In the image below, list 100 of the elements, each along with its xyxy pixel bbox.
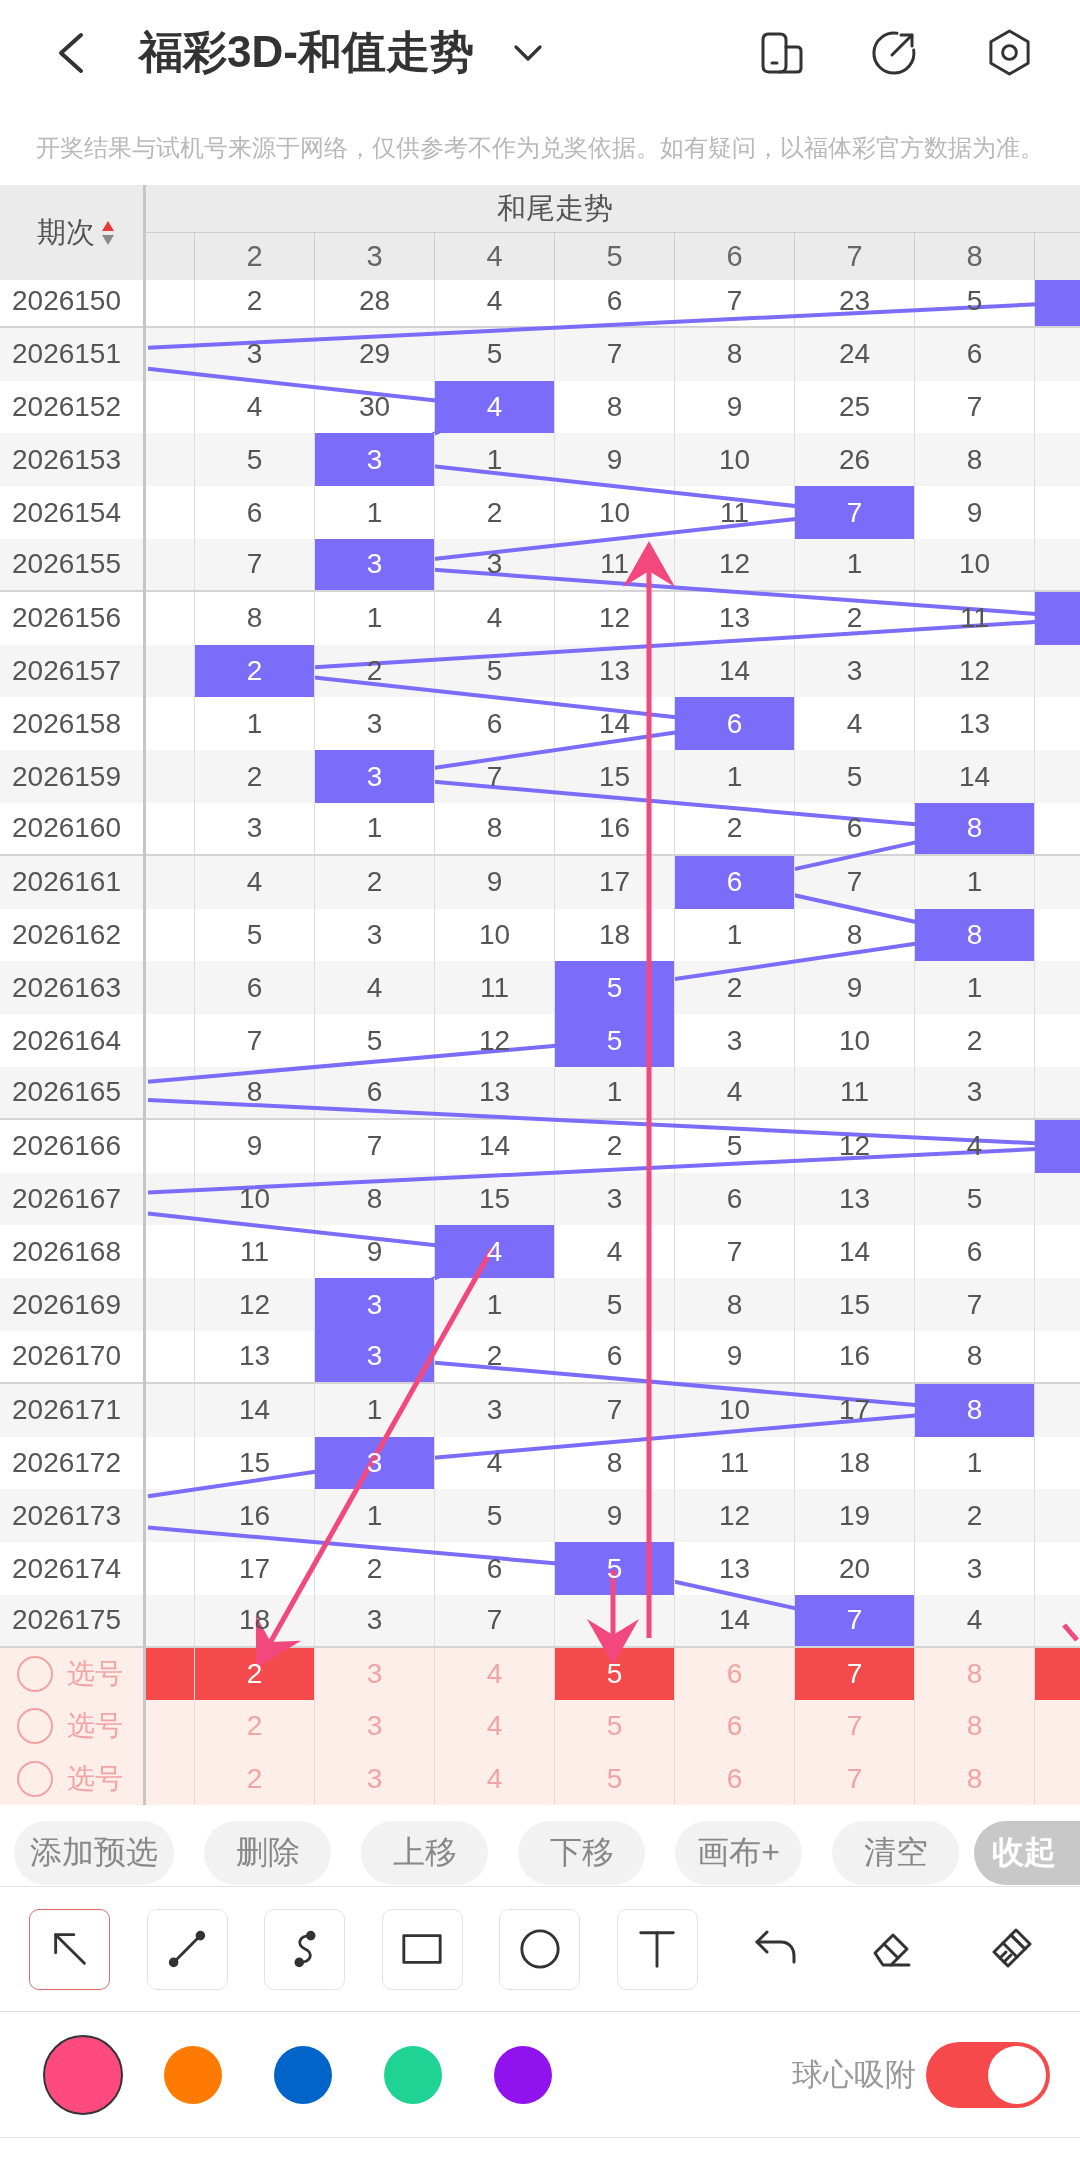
table-cell: 7 [315,1119,435,1173]
pick-cell[interactable]: 5 [555,1647,675,1701]
hit-cell: 2 [195,644,315,698]
table-cell: 15 [795,1278,915,1331]
hit-cell: 8 [915,908,1035,962]
pick-cell[interactable] [146,1647,195,1701]
sort-icon[interactable] [100,219,115,246]
table-cell: 5 [315,1014,435,1067]
pick-cell[interactable] [1035,1647,1080,1701]
period-cell: 2026167 [0,1172,143,1226]
table-cell: 13 [675,1542,795,1595]
table-cell: 8 [435,802,555,854]
table-cell: 9 [675,1330,795,1382]
table-cell: 23 [795,280,915,326]
hit-cell: 7 [795,486,915,539]
table-cell: 14 [915,750,1035,803]
pick-cell[interactable]: 7 [795,1700,915,1753]
back-icon[interactable] [56,31,86,74]
period-cell: 2026165 [0,1066,143,1120]
pick-option[interactable]: 选号 [0,1647,143,1701]
action-button[interactable]: 上移 [361,1821,488,1885]
table-cell: 2 [675,802,795,854]
pick-cell[interactable]: 2 [195,1752,315,1805]
action-button[interactable]: 画布+ [675,1821,802,1885]
period-cell: 2026173 [0,1489,143,1543]
hit-cell: 6 [675,697,795,751]
table-cell: 6 [555,280,675,326]
period-cell: 2026159 [0,750,143,803]
radio-icon[interactable] [17,1708,53,1745]
swatch-icon[interactable] [384,2045,442,2104]
settings-icon[interactable] [986,28,1033,77]
pick-cell[interactable]: 6 [675,1700,795,1753]
tool-button[interactable] [29,1908,110,1990]
chevron-down-icon[interactable] [513,44,542,61]
table-cell: 8 [915,1330,1035,1382]
table-cell: 11 [795,1066,915,1118]
swatch-icon[interactable] [164,2045,222,2104]
pick-cell[interactable]: 4 [435,1700,555,1753]
table-cell: 12 [675,539,795,590]
pick-option[interactable]: 选号 [0,1700,143,1753]
table-cell: 7 [555,327,675,381]
table-cell: 7 [195,1014,315,1067]
pick-cell[interactable]: 6 [675,1752,795,1805]
table-cell: 8 [675,327,795,381]
table-cell: 9 [435,855,555,909]
drawn-arrow [1062,1623,1079,1642]
table-cell: 4 [195,855,315,909]
hit-cell: 8 [915,1383,1035,1437]
table-cell: 24 [795,327,915,381]
period-cell: 2026163 [0,961,143,1015]
pick-cell[interactable]: 5 [555,1700,675,1753]
table-cell: 2 [315,855,435,909]
device-icon[interactable] [760,31,804,74]
table-cell: 20 [795,1542,915,1595]
table-cell: 6 [195,486,315,539]
pick-cell[interactable]: 7 [795,1752,915,1805]
action-button[interactable]: 下移 [518,1821,645,1885]
hit-cell: 5 [555,1014,675,1067]
pick-cell[interactable]: 2 [195,1700,315,1753]
table-cell: 12 [795,1119,915,1173]
pick-cell[interactable]: 7 [795,1647,915,1701]
pick-cell[interactable]: 2 [195,1647,315,1701]
table-cell: 14 [195,1383,315,1437]
action-button[interactable]: 删除 [204,1821,331,1885]
swatch-icon[interactable] [494,2045,552,2104]
action-button[interactable]: 清空 [832,1821,959,1885]
period-cell: 2026155 [0,539,143,592]
pick-cell[interactable]: 5 [555,1752,675,1805]
period-cell: 2026161 [0,855,143,909]
radio-icon[interactable] [17,1760,53,1797]
pick-cell[interactable]: 8 [915,1700,1035,1753]
hit-cell: 3 [315,539,435,590]
pick-option[interactable]: 选号 [0,1752,143,1805]
table-cell: 13 [435,1066,555,1118]
table-cell: 7 [435,750,555,803]
hit-cell: 5 [555,961,675,1015]
table-cell: 1 [315,591,435,645]
table-cell: 10 [915,539,1035,590]
table-cell: 8 [195,591,315,645]
table-cell: 4 [915,1594,1035,1646]
period-cell: 2026171 [0,1383,143,1437]
pick-cell[interactable]: 8 [915,1752,1035,1805]
pick-cell[interactable]: 4 [435,1752,555,1805]
table-cell: 10 [555,486,675,539]
table-cell: 9 [195,1119,315,1173]
period-header[interactable]: 期次 [0,185,143,280]
table-cell: 16 [795,1330,915,1382]
table-cell: 8 [675,1278,795,1331]
pick-cell[interactable]: 3 [315,1752,435,1805]
radio-icon[interactable] [17,1656,53,1692]
table-cell: 3 [315,1594,435,1646]
hit-cell: 3 [315,1330,435,1382]
table-cell: 2 [195,280,315,326]
pick-cell[interactable]: 3 [315,1700,435,1753]
table-cell: 7 [915,1278,1035,1331]
table-cell: 7 [435,1594,555,1646]
swatch-icon[interactable] [274,2045,332,2104]
hit-cell: 3 [315,1278,435,1331]
action-button[interactable]: 添加预选 [14,1821,174,1885]
table-cell: 14 [435,1119,555,1173]
